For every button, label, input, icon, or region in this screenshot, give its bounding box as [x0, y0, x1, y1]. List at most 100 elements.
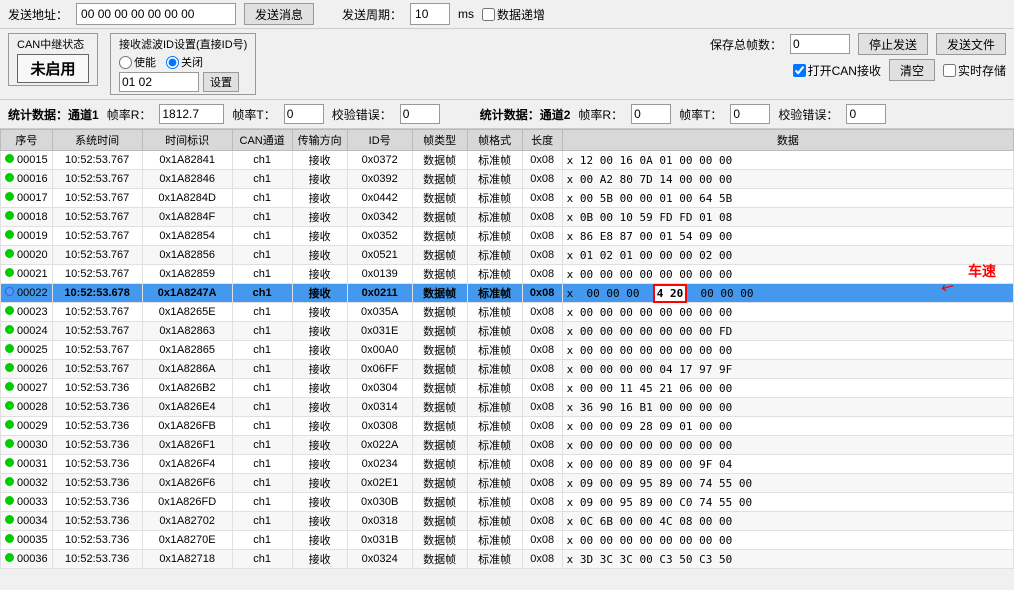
row-indicator: 00031 [1, 455, 53, 474]
stats-ch1-r-input[interactable] [159, 104, 224, 124]
row-time: 10:52:53.767 [52, 189, 142, 208]
table-row[interactable]: 0001910:52:53.7670x1A82854ch1接收0x0352数据帧… [1, 227, 1014, 246]
row-time: 10:52:53.736 [52, 474, 142, 493]
loop-checkbox-label[interactable]: 数据递增 [482, 6, 545, 23]
stats-ch1-t-label: 帧率T： [232, 106, 275, 123]
table-row[interactable]: 0003410:52:53.7360x1A82702ch1接收0x0318数据帧… [1, 512, 1014, 531]
period-label: 发送周期： [342, 6, 402, 23]
stats-ch2-r-input[interactable] [631, 104, 671, 124]
table-row[interactable]: 0002610:52:53.7670x1A8286Ach1接收0x06FF数据帧… [1, 360, 1014, 379]
realtime-save-label[interactable]: 实时存储 [943, 62, 1006, 79]
stats-ch1-t-input[interactable] [284, 104, 324, 124]
save-total-input[interactable] [790, 34, 850, 54]
row-ts: 0x1A82718 [142, 550, 232, 569]
row-msgid: 0x0372 [347, 151, 412, 170]
filter-close-radio-label[interactable]: 关闭 [166, 54, 203, 70]
row-indicator: 00021 [1, 265, 53, 284]
addr-input[interactable] [76, 3, 236, 25]
open-can-label[interactable]: 打开CAN接收 [793, 62, 881, 79]
row-msgid: 0x0308 [347, 417, 412, 436]
stats-ch1-err-input[interactable] [400, 104, 440, 124]
filter-set-button[interactable]: 设置 [203, 72, 239, 92]
row-fformat: 标准帧 [467, 550, 522, 569]
row-ftype: 数据帧 [412, 493, 467, 512]
row-len: 0x08 [522, 303, 562, 322]
row-seq: 00033 [14, 496, 48, 508]
row-indicator: 00022 [1, 284, 53, 303]
table-row[interactable]: 0001710:52:53.7670x1A8284Dch1接收0x0442数据帧… [1, 189, 1014, 208]
table-row[interactable]: 0002710:52:53.7360x1A826B2ch1接收0x0304数据帧… [1, 379, 1014, 398]
loop-checkbox[interactable] [482, 8, 495, 21]
row-msgid: 0x00A0 [347, 341, 412, 360]
row-time: 10:52:53.736 [52, 550, 142, 569]
row-ftype: 数据帧 [412, 360, 467, 379]
filter-enable-radio-label[interactable]: 使能 [119, 54, 156, 70]
table-row[interactable]: 0003610:52:53.7360x1A82718ch1接收0x0324数据帧… [1, 550, 1014, 569]
row-dir: 接收 [292, 189, 347, 208]
col-header-fformat: 帧格式 [467, 130, 522, 151]
send-msg-button[interactable]: 发送消息 [244, 3, 314, 25]
table-container: 车速 ↙ 序号 系统时间 时间标识 CAN通道 传输方向 ID号 帧类型 帧格式… [0, 129, 1014, 569]
row-indicator: 00020 [1, 246, 53, 265]
row-len: 0x08 [522, 417, 562, 436]
filter-enable-radio[interactable] [119, 56, 132, 69]
row-msgid: 0x0234 [347, 455, 412, 474]
table-row[interactable]: 0002410:52:53.7670x1A82863ch1接收0x031E数据帧… [1, 322, 1014, 341]
table-row[interactable]: 0001810:52:53.7670x1A8284Fch1接收0x0342数据帧… [1, 208, 1014, 227]
row-ch: ch1 [232, 379, 292, 398]
stop-send-button[interactable]: 停止发送 [858, 33, 928, 55]
filter-id-input[interactable] [119, 72, 199, 92]
row-seq: 00034 [14, 515, 48, 527]
table-row[interactable]: 0003210:52:53.7360x1A826F6ch1接收0x02E1数据帧… [1, 474, 1014, 493]
row-time: 10:52:53.767 [52, 151, 142, 170]
row-indicator: 00027 [1, 379, 53, 398]
period-input[interactable] [410, 3, 450, 25]
row-msgid: 0x022A [347, 436, 412, 455]
stats-ch2-err-input[interactable] [846, 104, 886, 124]
row-dir: 接收 [292, 550, 347, 569]
row-ch: ch1 [232, 170, 292, 189]
row-data: x 00 00 00 00 00 00 00 00 [562, 265, 1013, 284]
open-can-checkbox[interactable] [793, 64, 806, 77]
col-header-seq: 序号 [1, 130, 53, 151]
table-row[interactable]: 0002310:52:53.7670x1A8265Ech1接收0x035A数据帧… [1, 303, 1014, 322]
table-row[interactable]: 0002810:52:53.7360x1A826E4ch1接收0x0314数据帧… [1, 398, 1014, 417]
row-indicator: 00034 [1, 512, 53, 531]
row-msgid: 0x0521 [347, 246, 412, 265]
table-row[interactable]: 0002910:52:53.7360x1A826FBch1接收0x0308数据帧… [1, 417, 1014, 436]
row-indicator: 00026 [1, 360, 53, 379]
table-row[interactable]: 0003110:52:53.7360x1A826F4ch1接收0x0234数据帧… [1, 455, 1014, 474]
table-row[interactable]: 0002210:52:53.6780x1A8247Ach1接收0x0211数据帧… [1, 284, 1014, 303]
row-ch: ch1 [232, 512, 292, 531]
table-row[interactable]: 0001510:52:53.7670x1A82841ch1接收0x0372数据帧… [1, 151, 1014, 170]
row-data: x 00 A2 80 7D 14 00 00 00 [562, 170, 1013, 189]
row-dir: 接收 [292, 360, 347, 379]
save-total-label: 保存总帧数： [710, 36, 782, 53]
table-row[interactable]: 0002510:52:53.7670x1A82865ch1接收0x00A0数据帧… [1, 341, 1014, 360]
row-indicator: 00018 [1, 208, 53, 227]
addr-label: 发送地址： [8, 6, 68, 23]
stats-ch1-label: 统计数据：通道1 [8, 106, 99, 123]
stats-ch2-t-input[interactable] [730, 104, 770, 124]
clear-button[interactable]: 清空 [889, 59, 935, 81]
can-status-box: CAN中继状态 未启用 [8, 33, 98, 86]
filter-close-radio[interactable] [166, 56, 179, 69]
table-row[interactable]: 0002110:52:53.7670x1A82859ch1接收0x0139数据帧… [1, 265, 1014, 284]
row-ch: ch1 [232, 246, 292, 265]
row-ftype: 数据帧 [412, 455, 467, 474]
send-file-button[interactable]: 发送文件 [936, 33, 1006, 55]
realtime-save-checkbox[interactable] [943, 64, 956, 77]
table-row[interactable]: 0001610:52:53.7670x1A82846ch1接收0x0392数据帧… [1, 170, 1014, 189]
row-time: 10:52:53.736 [52, 512, 142, 531]
row-ch: ch1 [232, 417, 292, 436]
table-row[interactable]: 0003310:52:53.7360x1A826FDch1接收0x030B数据帧… [1, 493, 1014, 512]
row-ts: 0x1A8265E [142, 303, 232, 322]
table-row[interactable]: 0003010:52:53.7360x1A826F1ch1接收0x022A数据帧… [1, 436, 1014, 455]
row-time: 10:52:53.767 [52, 341, 142, 360]
table-row[interactable]: 0002010:52:53.7670x1A82856ch1接收0x0521数据帧… [1, 246, 1014, 265]
row-len: 0x08 [522, 360, 562, 379]
row-indicator: 00028 [1, 398, 53, 417]
row-ftype: 数据帧 [412, 246, 467, 265]
table-row[interactable]: 0003510:52:53.7360x1A8270Ech1接收0x031B数据帧… [1, 531, 1014, 550]
row-time: 10:52:53.767 [52, 303, 142, 322]
